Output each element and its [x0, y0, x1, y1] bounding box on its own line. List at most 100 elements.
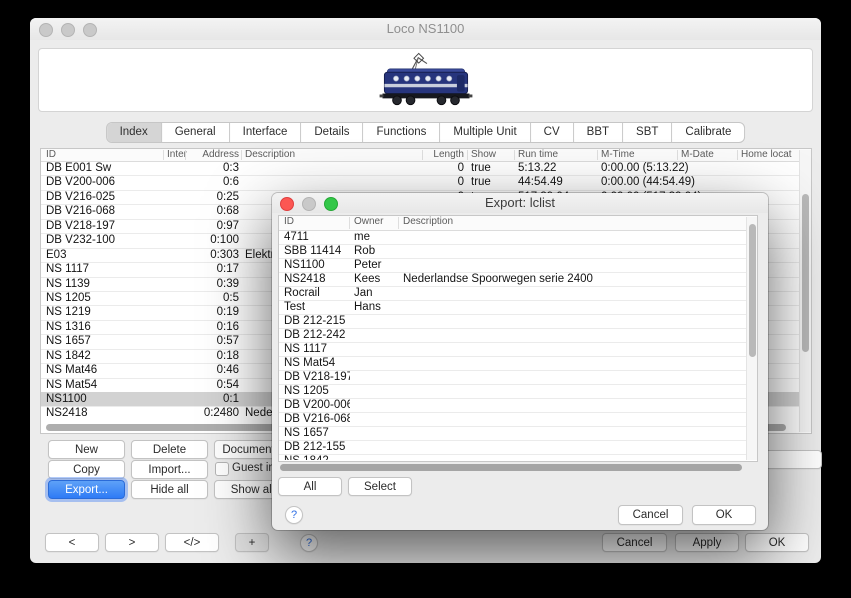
cell-id: NS 1657	[46, 334, 158, 348]
ok-button[interactable]: OK	[745, 533, 809, 552]
copy-button[interactable]: Copy	[48, 460, 125, 479]
loco-table-row[interactable]: DB E001 Sw0:30true5:13.220:00.00 (5:13.2…	[41, 161, 800, 176]
tab-general[interactable]: General	[162, 123, 230, 142]
forward-button[interactable]: >	[105, 533, 159, 552]
loco-table-row[interactable]: DB V200-0060:60true44:54.490:00.00 (44:5…	[41, 175, 800, 190]
export-table-row[interactable]: DB 212-215	[279, 314, 747, 329]
ok-button[interactable]: OK	[692, 505, 756, 525]
col-header-length[interactable]: Length	[426, 149, 464, 161]
export-table-row[interactable]: NS Mat54	[279, 356, 747, 371]
column-separator[interactable]	[677, 150, 678, 160]
col-header-interface_id[interactable]: Interface ID	[167, 149, 187, 161]
scrollbar-thumb[interactable]	[749, 224, 756, 357]
column-separator[interactable]	[467, 150, 468, 160]
cell-address: 0:18	[189, 349, 239, 363]
export-table-row[interactable]: 4711me	[279, 230, 747, 245]
tab-index[interactable]: Index	[107, 123, 162, 142]
tab-bbt[interactable]: BBT	[574, 123, 623, 142]
apply-button[interactable]: Apply	[675, 533, 739, 552]
delete-button[interactable]: Delete	[131, 440, 208, 459]
column-separator[interactable]	[349, 217, 350, 229]
col-header-address[interactable]: Address	[189, 149, 239, 161]
column-separator[interactable]	[398, 217, 399, 229]
col-header-description[interactable]: Description	[245, 149, 421, 161]
cell-show: true	[471, 175, 513, 189]
export-table-row[interactable]: DB V200-006	[279, 398, 747, 413]
locomotive-image	[366, 51, 486, 109]
cell-owner: Hans	[354, 300, 400, 314]
column-separator[interactable]	[514, 150, 515, 160]
cancel-button[interactable]: Cancel	[618, 505, 683, 525]
cell-length: 0	[426, 175, 464, 189]
vertical-scrollbar[interactable]	[799, 150, 811, 432]
export-table-row[interactable]: DB 212-242	[279, 328, 747, 343]
cancel-button[interactable]: Cancel	[602, 533, 667, 552]
cell-id: DB V200-006	[46, 175, 158, 189]
tab-cv[interactable]: CV	[531, 123, 574, 142]
add-button[interactable]: +	[235, 533, 269, 552]
guest-import-checkbox[interactable]	[215, 462, 229, 476]
export-table-row[interactable]: NS 1117	[279, 342, 747, 357]
select-button[interactable]: Select	[348, 477, 412, 496]
export-table-row[interactable]: SBB 11414Rob	[279, 244, 747, 259]
tab-details[interactable]: Details	[301, 123, 363, 142]
export-table-row[interactable]: RocrailJan	[279, 286, 747, 301]
export-table-row[interactable]: Test Hans	[279, 300, 747, 315]
tab-functions[interactable]: Functions	[364, 123, 441, 142]
column-separator[interactable]	[241, 150, 242, 160]
col-header-home_location[interactable]: Home locat	[741, 149, 799, 161]
col-header-run_time[interactable]: Run time	[518, 149, 598, 161]
cell-owner: me	[354, 230, 400, 244]
vertical-scrollbar[interactable]	[746, 217, 757, 460]
cell-id: NS Mat54	[46, 378, 158, 392]
scrollbar-thumb[interactable]	[802, 194, 809, 352]
column-separator[interactable]	[422, 150, 423, 160]
column-separator[interactable]	[737, 150, 738, 160]
main-titlebar[interactable]: Loco NS1100	[30, 18, 821, 40]
back-button[interactable]: <	[45, 533, 99, 552]
export-table-row[interactable]: DB 212-155	[279, 440, 747, 455]
export-titlebar[interactable]: Export: lclist	[272, 193, 768, 213]
hide-all-button[interactable]: Hide all	[131, 480, 208, 499]
col-header-show[interactable]: Show	[471, 149, 513, 161]
cell-id: NS 1205	[284, 384, 350, 398]
cell-id: DB V216-068	[284, 412, 350, 426]
export-table-row[interactable]: DB V218-197	[279, 370, 747, 385]
cell-id: NS 1842	[46, 349, 158, 363]
tab-multiple-unit[interactable]: Multiple Unit	[440, 123, 530, 142]
tab-sbt[interactable]: SBT	[623, 123, 672, 142]
col-header-id[interactable]: ID	[46, 149, 158, 161]
export-table-row[interactable]: NS1100Peter	[279, 258, 747, 273]
column-separator[interactable]	[163, 150, 164, 160]
new-button[interactable]: New	[48, 440, 125, 459]
export-table-row[interactable]: NS2418KeesNederlandse Spoorwegen serie 2…	[279, 272, 747, 287]
col-header-owner[interactable]: Owner	[354, 216, 400, 228]
col-header-description[interactable]: Description	[403, 216, 743, 228]
cell-id: NS 1205	[46, 291, 158, 305]
help-icon[interactable]: ?	[285, 506, 303, 524]
cell-address: 0:57	[189, 334, 239, 348]
cell-id: Rocrail	[284, 286, 350, 300]
col-header-m_date[interactable]: M-Date	[681, 149, 735, 161]
tab-interface[interactable]: Interface	[230, 123, 302, 142]
tab-calibrate[interactable]: Calibrate	[672, 123, 744, 142]
cell-id: NS2418	[284, 272, 350, 286]
export-table-row[interactable]: DB V216-068	[279, 412, 747, 427]
tab-bar: IndexGeneralInterfaceDetailsFunctionsMul…	[106, 122, 746, 143]
col-header-id[interactable]: ID	[284, 216, 350, 228]
export-button[interactable]: Export...	[48, 480, 125, 499]
column-separator[interactable]	[597, 150, 598, 160]
export-table-row[interactable]: NS 1205	[279, 384, 747, 399]
scrollbar-thumb[interactable]	[280, 464, 742, 471]
cell-id: Test	[284, 300, 350, 314]
horizontal-scrollbar[interactable]	[278, 463, 756, 473]
column-separator[interactable]	[185, 150, 186, 160]
import-button[interactable]: Import...	[131, 460, 208, 479]
cell-id: DB 212-215	[284, 314, 350, 328]
export-table-row[interactable]: NS 1842	[279, 454, 747, 460]
export-table-row[interactable]: NS 1657	[279, 426, 747, 441]
help-icon[interactable]: ?	[300, 534, 318, 552]
cell-id: NS 1316	[46, 320, 158, 334]
all-button[interactable]: All	[278, 477, 342, 496]
code-button[interactable]: </>	[165, 533, 219, 552]
